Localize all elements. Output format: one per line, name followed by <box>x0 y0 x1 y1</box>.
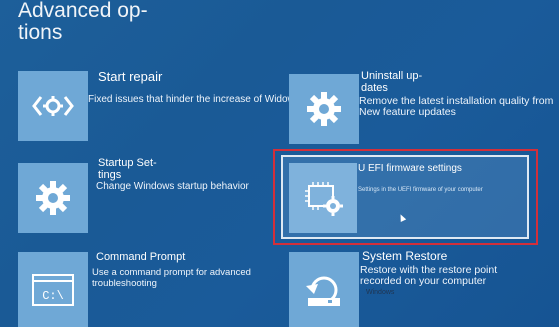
uninstall-updates-desc: Remove the latest installation quality f… <box>359 95 554 118</box>
start-repair-title: Start repair <box>98 69 163 84</box>
terminal-icon: C:\ <box>32 273 74 306</box>
gear-icon <box>36 181 70 215</box>
startup-settings-tile[interactable] <box>18 163 88 233</box>
system-restore-extra: Windows <box>366 289 395 296</box>
system-restore-tile[interactable] <box>289 252 359 327</box>
repair-icon <box>32 96 74 116</box>
page-title: Advanced op- tions <box>18 0 148 44</box>
start-repair-desc: Fixed issues that hinder the increase of… <box>88 94 300 105</box>
uefi-firmware-tile[interactable] <box>289 163 357 233</box>
uefi-firmware-title: U EFI firmware settings <box>358 163 462 174</box>
command-prompt-tile[interactable]: C:\ <box>18 252 88 327</box>
command-prompt-title: Command Prompt <box>96 251 186 263</box>
gear-icon <box>307 92 341 126</box>
terminal-icon-glyph: C:\ <box>42 289 64 303</box>
system-restore-title: System Restore <box>362 249 448 263</box>
chip-gear-icon <box>305 182 343 216</box>
command-prompt-desc: Use a command prompt for advanced troubl… <box>92 267 251 289</box>
uefi-firmware-desc: Settings in the UEFI firmware of your co… <box>358 187 483 193</box>
uninstall-updates-title: Uninstall up- dates <box>361 70 423 94</box>
system-restore-desc: Restore with the restore point recorded … <box>360 264 498 287</box>
startup-settings-desc: Change Windows startup behavior <box>96 181 249 192</box>
start-repair-tile[interactable] <box>18 71 88 141</box>
startup-settings-title: Startup Set- tings <box>98 157 157 181</box>
restore-icon <box>306 276 340 306</box>
uninstall-updates-tile[interactable] <box>289 74 359 144</box>
